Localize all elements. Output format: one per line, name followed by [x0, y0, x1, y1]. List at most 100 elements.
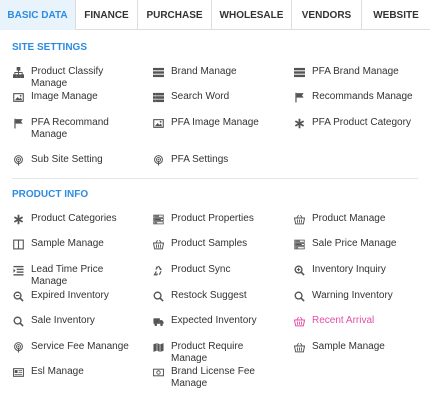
- menu-item-label: Lead Time Price Manage: [31, 264, 104, 287]
- menu-item-sample-manage-2[interactable]: Sample Manage: [293, 341, 423, 353]
- menu-item-label: Expired Inventory: [31, 290, 109, 301]
- menu-item-product-categories[interactable]: Product Categories: [12, 213, 140, 225]
- image-icon: [12, 91, 24, 103]
- menu-item-label: Sale Inventory: [31, 315, 95, 326]
- menu-item-label: PFA Settings: [171, 154, 229, 165]
- menu-item-lead-time-price-manage[interactable]: Lead Time Price Manage: [12, 264, 140, 288]
- menu-item-search-word[interactable]: Search Word: [152, 91, 282, 103]
- search-icon: [12, 315, 24, 327]
- menu-item-label: Sub Site Setting: [31, 154, 103, 165]
- search-icon: [152, 290, 164, 302]
- menu-item-product-sync[interactable]: Product Sync: [152, 264, 282, 276]
- flag-icon: [12, 117, 24, 129]
- menu-item-label: Sample Manage: [31, 238, 104, 249]
- menu-item-label: Sample Manage: [312, 341, 385, 352]
- section-divider: [12, 178, 418, 179]
- menu-item-expired-inventory[interactable]: Expired Inventory: [12, 290, 140, 302]
- search-icon: [293, 290, 305, 302]
- menu-item-expected-inventory[interactable]: Expected Inventory: [152, 315, 282, 327]
- menu-item-label: Service Fee Manange: [31, 341, 129, 352]
- menu-item-pfa-product-category[interactable]: PFA Product Category: [293, 117, 423, 129]
- product-info-heading: PRODUCT INFO: [12, 189, 89, 200]
- tasks-icon: [293, 238, 305, 250]
- menu-item-pfa-image-manage[interactable]: PFA Image Manage: [152, 117, 282, 129]
- map-icon: [152, 341, 164, 353]
- menu-item-label: PFA Image Manage: [171, 117, 259, 128]
- menu-item-product-manage[interactable]: Product Manage: [293, 213, 423, 225]
- basket-icon: [152, 238, 164, 250]
- menu-item-sale-price-manage[interactable]: Sale Price Manage: [293, 238, 423, 250]
- menu-item-label: Expected Inventory: [171, 315, 257, 326]
- menu-item-service-fee-manange[interactable]: Service Fee Manange: [12, 341, 140, 353]
- menu-item-label: Inventory Inquiry: [312, 264, 386, 275]
- menu-item-label: Product Sync: [171, 264, 231, 275]
- podcast-icon: [12, 154, 24, 166]
- recycle-icon: [152, 264, 164, 276]
- menu-item-label: Product Manage: [312, 213, 386, 224]
- menu-item-brand-license-fee-manage[interactable]: Brand License Fee Manage: [152, 366, 262, 390]
- menu-item-label: Product Require Manage: [171, 341, 244, 364]
- menu-item-label: Product Categories: [31, 213, 117, 224]
- menu-item-label: Brand Manage: [171, 66, 237, 77]
- asterisk-icon: [12, 213, 24, 225]
- menu-item-label: Esl Manage: [31, 366, 84, 377]
- menu-item-label: Restock Suggest: [171, 290, 247, 301]
- podcast-icon: [152, 154, 164, 166]
- tab-finance[interactable]: FINANCE: [76, 0, 138, 30]
- menu-item-esl-manage[interactable]: Esl Manage: [12, 366, 140, 378]
- menu-item-label: Image Manage: [31, 91, 98, 102]
- sitemap-icon: [12, 66, 24, 78]
- site-settings-heading: SITE SETTINGS: [12, 42, 88, 53]
- image-icon: [152, 117, 164, 129]
- podcast-icon: [12, 341, 24, 353]
- search-minus-icon: [12, 290, 24, 302]
- asterisk-icon: [293, 117, 305, 129]
- menu-item-pfa-settings[interactable]: PFA Settings: [152, 154, 282, 166]
- menu-item-label: PFA Product Category: [312, 117, 411, 128]
- basket-icon: [293, 315, 305, 327]
- truck-icon: [152, 315, 164, 327]
- menu-item-product-properties[interactable]: Product Properties: [152, 213, 282, 225]
- menu-item-label: Brand License Fee Manage: [171, 366, 255, 389]
- basket-icon: [293, 213, 305, 225]
- menu-item-label: Recent Arrival: [312, 315, 375, 326]
- menu-item-sale-inventory[interactable]: Sale Inventory: [12, 315, 140, 327]
- menu-item-pfa-brand-manage[interactable]: PFA Brand Manage: [293, 66, 423, 78]
- menu-item-product-classify-manage[interactable]: Product Classify Manage: [12, 66, 140, 90]
- menu-item-restock-suggest[interactable]: Restock Suggest: [152, 290, 282, 302]
- menu-item-label: PFA Brand Manage: [312, 66, 399, 77]
- flag-icon: [293, 91, 305, 103]
- menu-item-recent-arrival[interactable]: Recent Arrival: [293, 315, 423, 327]
- menu-item-label: Recommands Manage: [312, 91, 413, 102]
- columns-icon: [12, 238, 24, 250]
- menu-item-pfa-recommand-manage[interactable]: PFA Recommand Manage: [12, 117, 112, 141]
- list-indent-icon: [12, 264, 24, 276]
- menu-item-image-manage[interactable]: Image Manage: [12, 91, 140, 103]
- list-icon: [293, 66, 305, 78]
- list-bullet-icon: [152, 91, 164, 103]
- money-icon: [152, 366, 164, 378]
- menu-item-product-samples[interactable]: Product Samples: [152, 238, 282, 250]
- basket-icon: [293, 341, 305, 353]
- list-icon: [152, 66, 164, 78]
- menu-item-label: Search Word: [171, 91, 230, 102]
- menu-item-recommands-manage[interactable]: Recommands Manage: [293, 91, 423, 103]
- tab-purchase[interactable]: PURCHASE: [138, 0, 212, 30]
- menu-item-inventory-inquiry[interactable]: Inventory Inquiry: [293, 264, 423, 276]
- tab-website[interactable]: WEBSITE: [362, 0, 430, 30]
- menu-item-label: Product Samples: [171, 238, 248, 249]
- menu-item-warning-inventory[interactable]: Warning Inventory: [293, 290, 423, 302]
- menu-item-sub-site-setting[interactable]: Sub Site Setting: [12, 154, 140, 166]
- tab-wholesale[interactable]: WHOLESALE: [212, 0, 292, 30]
- menu-item-brand-manage[interactable]: Brand Manage: [152, 66, 282, 78]
- tab-basic-data[interactable]: BASIC DATA: [0, 0, 76, 30]
- search-plus-icon: [293, 264, 305, 276]
- menu-item-label: Warning Inventory: [312, 290, 393, 301]
- top-tab-bar: BASIC DATA FINANCE PURCHASE WHOLESALE VE…: [0, 0, 430, 30]
- menu-item-label: Sale Price Manage: [312, 238, 397, 249]
- tab-vendors[interactable]: VENDORS: [292, 0, 362, 30]
- menu-item-product-require-manage[interactable]: Product Require Manage: [152, 341, 282, 365]
- tasks-icon: [152, 213, 164, 225]
- menu-item-sample-manage[interactable]: Sample Manage: [12, 238, 140, 250]
- id-card-icon: [12, 366, 24, 378]
